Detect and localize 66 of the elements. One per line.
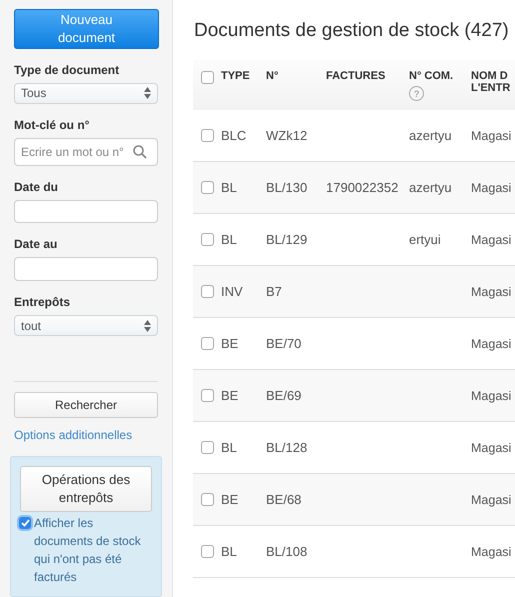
checkbox[interactable] [200, 545, 214, 558]
table-cell: BL [221, 440, 237, 455]
date-field[interactable] [14, 257, 158, 282]
updown-icon [144, 87, 151, 100]
table-cell: Magasi [471, 232, 512, 246]
table-cell: azertyu [409, 180, 452, 195]
table-cell: BE [221, 336, 238, 351]
field-label: Mot-clé ou n° [14, 118, 90, 132]
table-cell: Magasi [471, 492, 512, 506]
table-cell: BE [221, 388, 238, 403]
select-field[interactable]: tout [14, 315, 158, 336]
column-header: NOM D L'ENTR [471, 70, 512, 94]
table-cell: BL [221, 232, 237, 247]
search-icon [133, 144, 147, 159]
checkbox[interactable] [19, 516, 31, 529]
table-cell: INV [221, 284, 243, 299]
table-cell: BLC [221, 128, 246, 143]
table-cell: BE/68 [266, 492, 302, 507]
table-cell: BE [221, 492, 238, 507]
column-header: FACTURES [326, 70, 386, 82]
date-field[interactable] [14, 200, 158, 224]
field-label: Entrepôts [14, 295, 72, 310]
checkbox[interactable] [200, 181, 214, 194]
table-cell: BL/108 [266, 544, 308, 559]
checkbox[interactable] [200, 441, 214, 454]
search-field[interactable]: Ecrire un mot ou n° [14, 138, 158, 166]
table-cell: BL/130 [266, 180, 308, 195]
search-button[interactable]: Rechercher [14, 392, 158, 418]
checkbox[interactable] [200, 285, 214, 298]
table-cell: Magasi [471, 284, 512, 298]
warehouse-operations-button[interactable]: Opérations des entrepôts [20, 466, 152, 512]
table-cell: Magasi [471, 336, 512, 350]
table-cell: 1790022352 [326, 180, 398, 195]
field-label: Date du [14, 180, 60, 194]
page-title: Documents de gestion de stock (427) [194, 20, 510, 42]
table-cell: B7 [266, 284, 282, 299]
checkbox[interactable] [200, 337, 214, 350]
field-label: Date au [14, 237, 58, 252]
checkbox-label: Afficher les documents de stock qui n'ont pas été facturés [34, 514, 142, 586]
table-cell: azertyu [409, 128, 452, 143]
checkbox[interactable] [200, 493, 214, 506]
new-document-button[interactable]: Nouveau document [14, 9, 159, 49]
table-cell: BL/128 [266, 440, 308, 455]
select-field[interactable]: Tous [14, 82, 158, 104]
table-cell: BL/129 [266, 232, 308, 247]
table-cell: ertyui [409, 232, 441, 247]
checkbox[interactable] [200, 233, 214, 246]
table-cell: Magasi [471, 128, 512, 142]
column-header: N° COM. [409, 70, 454, 82]
checkbox[interactable] [200, 389, 214, 402]
table-cell: BE/69 [266, 388, 302, 403]
table-cell: BL [221, 544, 237, 559]
column-header: TYPE [221, 70, 250, 82]
table-cell: BE/70 [266, 336, 302, 351]
table-cell: BL [221, 180, 237, 195]
checkbox[interactable] [200, 129, 214, 142]
table-cell: Magasi [471, 180, 512, 194]
checkbox[interactable] [200, 71, 214, 84]
column-header: N° [266, 70, 278, 82]
additional-options-link[interactable]: Options additionnelles [14, 428, 132, 442]
table-cell: Magasi [471, 388, 512, 402]
table-cell: Magasi [471, 440, 512, 454]
table-cell: WZk12 [266, 128, 308, 143]
updown-icon [144, 320, 151, 332]
field-label: Type de document [14, 62, 120, 77]
table-cell: Magasi [471, 544, 512, 558]
